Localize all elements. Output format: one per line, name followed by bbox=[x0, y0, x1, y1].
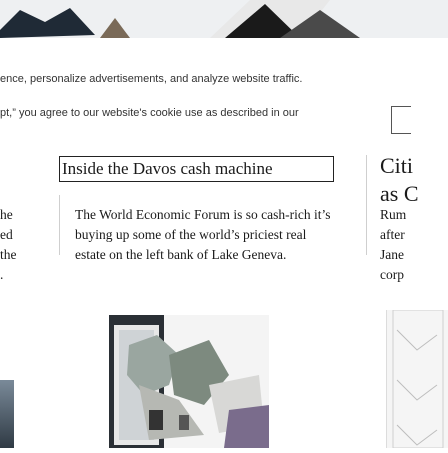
right-article-headline[interactable]: Citi as C bbox=[380, 152, 448, 208]
right-headline-line: as C bbox=[380, 181, 419, 206]
article-summary: The World Economic Forum is so cash-rich… bbox=[75, 205, 331, 265]
right-article-summary: Rum after Jane corp bbox=[380, 205, 448, 285]
article-summary-line: The World Economic Forum is so cash-rich… bbox=[75, 207, 331, 222]
right-article-photo[interactable] bbox=[386, 309, 448, 449]
column-divider-left bbox=[59, 195, 60, 255]
right-summary-line: corp bbox=[380, 267, 404, 282]
article-summary-line: estate on the left bank of Lake Geneva. bbox=[75, 247, 287, 262]
right-headline-line: Citi bbox=[380, 153, 414, 178]
cookie-notice-line-2: pt,” you agree to our website's cookie u… bbox=[0, 107, 299, 119]
cookie-accept-button[interactable] bbox=[391, 106, 411, 134]
top-photo-strip bbox=[0, 0, 448, 38]
left-fragment-line: ed bbox=[0, 227, 13, 242]
article-headline-link[interactable]: Inside the Davos cash machine bbox=[59, 156, 334, 182]
left-article-photo[interactable] bbox=[0, 380, 14, 448]
right-summary-line: after bbox=[380, 227, 405, 242]
left-article-fragment[interactable]: he ed the . bbox=[0, 205, 40, 285]
column-divider-right bbox=[366, 155, 367, 255]
left-fragment-line: . bbox=[0, 267, 4, 282]
article-photo[interactable] bbox=[109, 315, 269, 448]
right-summary-line: Jane bbox=[380, 247, 404, 262]
left-fragment-line: the bbox=[0, 247, 17, 262]
left-fragment-line: he bbox=[0, 207, 13, 222]
article-summary-line: buying up some of the world’s priciest r… bbox=[75, 227, 307, 242]
right-summary-line: Rum bbox=[380, 207, 407, 222]
cookie-notice-line-1: ence, personalize advertisements, and an… bbox=[0, 73, 303, 85]
